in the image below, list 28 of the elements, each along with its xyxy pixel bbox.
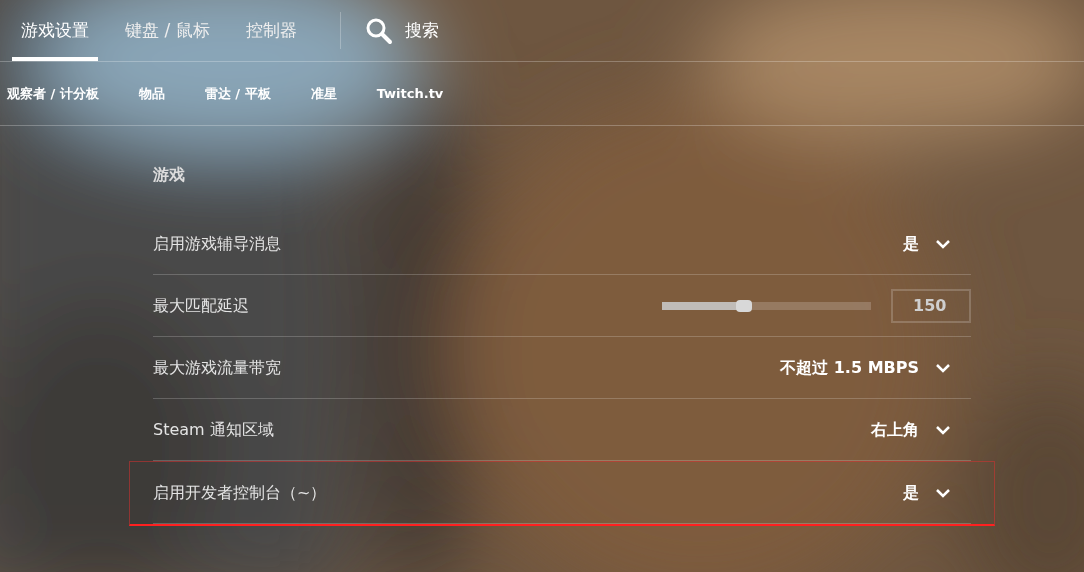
chevron-down-icon bbox=[935, 487, 951, 498]
chevron-down-icon bbox=[935, 362, 951, 373]
sub-tab[interactable]: 准星 bbox=[310, 83, 337, 104]
sub-tab[interactable]: Twitch.tv bbox=[376, 83, 444, 104]
sub-tab[interactable]: 观察者 / 计分板 bbox=[7, 83, 99, 104]
setting-row[interactable]: 最大游戏流量带宽 不超过 1.5 MBPS bbox=[153, 337, 971, 399]
setting-row[interactable]: 最大匹配延迟 150 bbox=[153, 275, 971, 337]
setting-row[interactable]: 启用开发者控制台（~） 是 bbox=[129, 461, 995, 526]
dropdown[interactable]: 是 bbox=[903, 231, 971, 256]
setting-row[interactable]: 启用游戏辅导消息 是 bbox=[153, 213, 971, 275]
tab[interactable]: 游戏设置 bbox=[12, 0, 98, 61]
sub-tab[interactable]: 物品 bbox=[138, 83, 165, 104]
search-icon bbox=[364, 16, 393, 45]
setting-row[interactable]: Steam 通知区域 右上角 bbox=[153, 399, 971, 461]
sub-tab[interactable]: 雷达 / 平板 bbox=[204, 83, 271, 104]
dropdown[interactable]: 右上角 bbox=[871, 417, 971, 442]
setting-label: 启用开发者控制台（~） bbox=[153, 481, 327, 504]
setting-label: 最大匹配延迟 bbox=[153, 294, 249, 317]
dropdown[interactable]: 是 bbox=[903, 480, 971, 505]
setting-label: 启用游戏辅导消息 bbox=[153, 232, 281, 255]
setting-label: 最大游戏流量带宽 bbox=[153, 356, 281, 379]
setting-label: Steam 通知区域 bbox=[153, 418, 274, 441]
chevron-down-icon bbox=[935, 424, 951, 435]
chevron-down-icon bbox=[935, 238, 951, 249]
slider-track[interactable] bbox=[662, 301, 871, 310]
search-button[interactable]: 搜索 bbox=[356, 0, 447, 61]
dropdown[interactable]: 不超过 1.5 MBPS bbox=[780, 355, 971, 380]
section-title: 游戏 bbox=[153, 164, 186, 186]
